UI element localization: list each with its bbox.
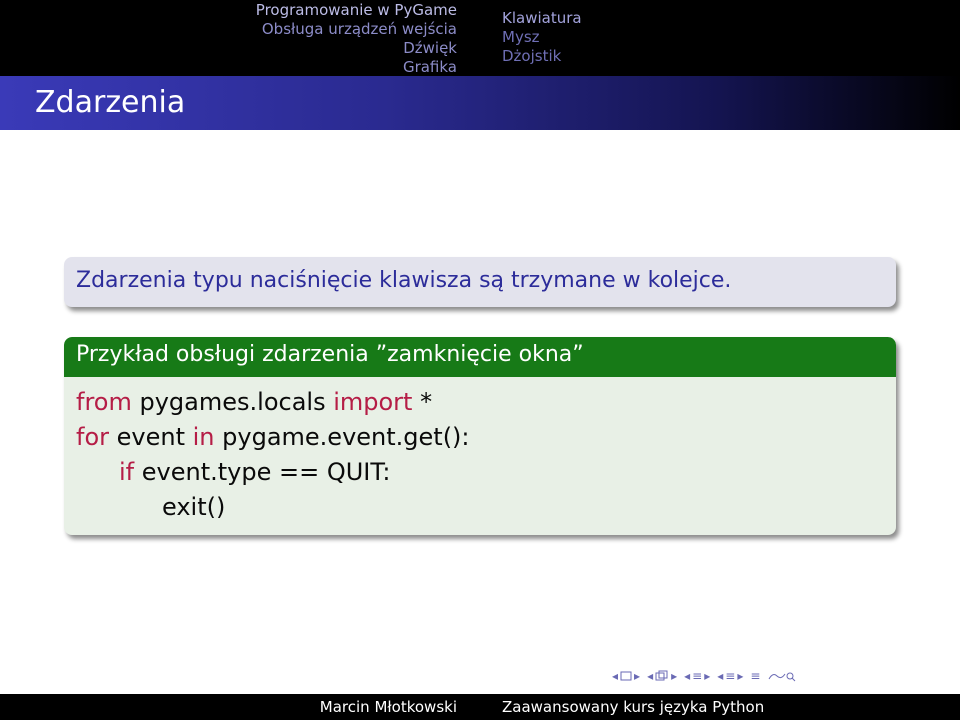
code-listing: from pygames.locals import * for event i… xyxy=(64,377,896,533)
info-block: Zdarzenia typu naciśnięcie klawisza są t… xyxy=(64,257,896,307)
navigation-symbols: ◂ ▸ ◂ ▸ ◂ ≡ ▸ ◂ ≡ ▸ ≡ xyxy=(612,669,797,683)
code-keyword: from xyxy=(76,388,132,416)
nav-subsection-sound[interactable]: Dźwięk xyxy=(403,39,457,58)
code-text: event xyxy=(109,423,193,451)
code-keyword: for xyxy=(76,423,109,451)
footer: Marcin Młotkowski Zaawansowany kurs języ… xyxy=(0,694,960,720)
example-block-title: Przykład obsługi zdarzenia ”zamknięcie o… xyxy=(64,337,896,377)
code-text: pygames.locals xyxy=(131,388,334,416)
nav-subsection-input-devices[interactable]: Obsługa urządzeń wejścia xyxy=(262,20,457,39)
nav-subsection-graphics[interactable]: Grafika xyxy=(403,58,457,77)
nav-right-panel: Klawiatura Mysz Dżojstik xyxy=(480,0,960,76)
nav-section-link[interactable]: Programowanie w PyGame xyxy=(256,1,457,20)
frame-title: Zdarzenia xyxy=(0,76,960,130)
section-nav-icon[interactable]: ◂ ≡ ▸ xyxy=(684,669,710,683)
footer-author: Marcin Młotkowski xyxy=(0,694,480,720)
code-keyword: in xyxy=(192,423,215,451)
code-text: event.type == QUIT: xyxy=(134,458,391,486)
align-icon[interactable]: ≡ xyxy=(750,669,760,683)
nav-left-panel: Programowanie w PyGame Obsługa urządzeń … xyxy=(0,0,480,76)
code-text: pygame.event.get(): xyxy=(214,423,470,451)
top-navigation: Programowanie w PyGame Obsługa urządzeń … xyxy=(0,0,960,76)
nav-subsection-joystick[interactable]: Dżojstik xyxy=(502,47,561,66)
frame-nav-icon[interactable]: ◂ ▸ xyxy=(612,669,640,683)
code-line: for event in pygame.event.get(): xyxy=(76,420,884,455)
search-icon[interactable] xyxy=(767,670,797,682)
nav-subsection-keyboard[interactable]: Klawiatura xyxy=(502,9,582,28)
code-line: exit() xyxy=(76,490,884,525)
code-line: if event.type == QUIT: xyxy=(76,455,884,490)
subsection-nav-icon[interactable]: ◂ ▸ xyxy=(647,669,677,683)
code-text: exit() xyxy=(162,493,226,521)
document-nav-icon[interactable]: ◂ ≡ ▸ xyxy=(717,669,743,683)
code-keyword: import xyxy=(333,388,413,416)
nav-subsection-mouse[interactable]: Mysz xyxy=(502,28,540,47)
code-line: from pygames.locals import * xyxy=(76,385,884,420)
footer-title: Zaawansowany kurs języka Python xyxy=(480,694,960,720)
code-keyword: if xyxy=(119,458,135,486)
example-block: Przykład obsługi zdarzenia ”zamknięcie o… xyxy=(64,337,896,535)
code-text: * xyxy=(412,388,433,416)
